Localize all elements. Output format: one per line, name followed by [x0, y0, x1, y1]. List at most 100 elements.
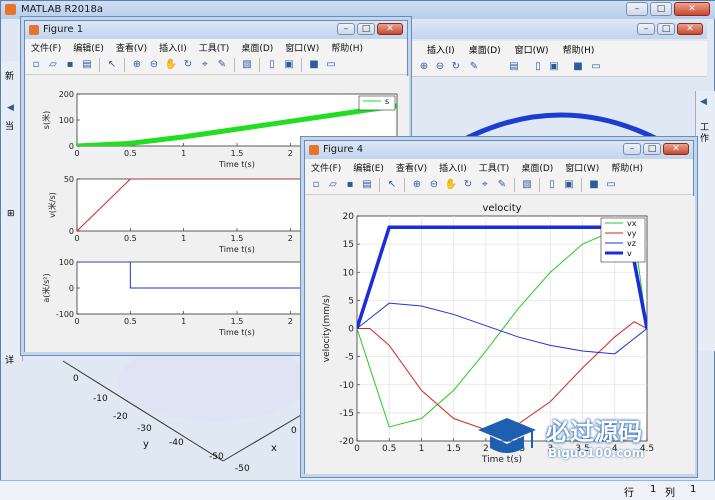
figure1-new-icon[interactable]: ▫: [29, 58, 43, 72]
maximize-button[interactable]: □: [650, 2, 672, 16]
y-tick-label: 0: [348, 325, 354, 335]
figure1-rotate-icon[interactable]: ↻: [181, 58, 195, 72]
chart-title: velocity: [482, 203, 521, 214]
figure1-menu-tools[interactable]: 工具(T): [199, 41, 230, 54]
figure4-menu-insert[interactable]: 插入(I): [439, 161, 467, 174]
figure1-pointer-icon[interactable]: ↖: [105, 58, 119, 72]
figure4-menu-edit[interactable]: 编辑(E): [353, 161, 384, 174]
figure1-title-bar[interactable]: Figure 1 – □ ✕: [25, 21, 407, 39]
figure4-pointer-icon[interactable]: ↖: [385, 178, 399, 192]
bg-zoom-out-icon[interactable]: ⊖: [433, 60, 447, 74]
back-arrow-icon[interactable]: ◀: [7, 103, 14, 113]
y-tick-label: 100: [59, 116, 74, 125]
expand-plus-icon[interactable]: ⊞: [7, 209, 15, 219]
bg-dock-icon[interactable]: ▭: [589, 60, 603, 74]
figure4-rotate-icon[interactable]: ↻: [461, 178, 475, 192]
figure4-zoom-out-icon[interactable]: ⊖: [427, 178, 441, 192]
legend-label-vy: vy: [627, 229, 637, 238]
bg-minimize-button[interactable]: –: [637, 23, 655, 35]
status-col-value: 1: [690, 484, 697, 495]
figure1-brush-icon[interactable]: ✎: [215, 58, 229, 72]
figure1-menu-insert[interactable]: 插入(I): [159, 41, 187, 54]
figure4-colorbar-icon[interactable]: ▯: [545, 178, 559, 192]
figure4-print-icon[interactable]: ▤: [360, 178, 374, 192]
3d-xlabel: x: [271, 443, 277, 454]
legend-box: [358, 95, 396, 111]
figure4-maximize-button[interactable]: □: [643, 143, 661, 155]
workspace-tab[interactable]: 工作: [700, 123, 712, 145]
bg-menu-desktop[interactable]: 桌面(D): [469, 43, 501, 56]
figure4-brush-icon[interactable]: ✎: [495, 178, 509, 192]
left-tab-current[interactable]: 当: [5, 119, 14, 132]
legend-box: [600, 217, 646, 263]
bg-figure-title-bar[interactable]: – □ ✕: [411, 21, 707, 39]
figure1-pan-icon[interactable]: ✋: [164, 58, 178, 72]
left-tab-new[interactable]: 新: [5, 69, 14, 82]
figure4-link-icon[interactable]: ▧: [520, 178, 534, 192]
figure1-zoom-in-icon[interactable]: ⊕: [130, 58, 144, 72]
y-tick-label: 50: [64, 175, 74, 184]
bg-menu-window[interactable]: 窗口(W): [515, 43, 549, 56]
figure4-menu-window[interactable]: 窗口(W): [565, 161, 599, 174]
bg-rotate-icon[interactable]: ↻: [449, 60, 463, 74]
right-expand-icon[interactable]: ◀: [700, 97, 707, 107]
figure4-zoom-in-icon[interactable]: ⊕: [410, 178, 424, 192]
bg-menu-help[interactable]: 帮助(H): [563, 43, 595, 56]
figure4-save-icon[interactable]: ▪: [343, 178, 357, 192]
figure1-minimize-button[interactable]: –: [337, 23, 355, 35]
figure4-menu-file[interactable]: 文件(F): [311, 161, 341, 174]
figure4-grid-icon[interactable]: ■: [587, 178, 601, 192]
bg-grid-icon[interactable]: ■: [571, 60, 585, 74]
figure1-colorbar-icon[interactable]: ▯: [265, 58, 279, 72]
figure1-open-icon[interactable]: ▱: [46, 58, 60, 72]
x-tick-label: 0.5: [124, 234, 137, 243]
figure1-zoom-out-icon[interactable]: ⊖: [147, 58, 161, 72]
figure1-save-icon[interactable]: ▪: [63, 58, 77, 72]
figure1-menu-desktop[interactable]: 桌面(D): [241, 41, 273, 54]
figure1-print-icon[interactable]: ▤: [80, 58, 94, 72]
bg-zoom-in-icon[interactable]: ⊕: [417, 60, 431, 74]
bg-brush-icon[interactable]: ✎: [467, 60, 481, 74]
figure1-legend-icon[interactable]: ▣: [282, 58, 296, 72]
y-axis-label: s(米): [41, 111, 51, 129]
figure1-menu-edit[interactable]: 编辑(E): [73, 41, 104, 54]
figure1-menu-window[interactable]: 窗口(W): [285, 41, 319, 54]
figure1-dock-icon[interactable]: ▭: [324, 58, 338, 72]
figure1-menu-file[interactable]: 文件(F): [31, 41, 61, 54]
figure4-menu-tools[interactable]: 工具(T): [479, 161, 510, 174]
minimize-button[interactable]: –: [626, 2, 648, 16]
figure4-close-button[interactable]: ✕: [663, 143, 689, 155]
figure4-pan-icon[interactable]: ✋: [444, 178, 458, 192]
x-axis-label: Time t(s): [218, 160, 255, 169]
y-tick-label: 15: [343, 240, 354, 250]
x-tick-label: 0.5: [124, 317, 137, 326]
figure4-new-icon[interactable]: ▫: [309, 178, 323, 192]
figure1-menu-view[interactable]: 查看(V): [116, 41, 147, 54]
figure4-legend-icon[interactable]: ▣: [562, 178, 576, 192]
figure4-dock-icon[interactable]: ▭: [604, 178, 618, 192]
figure4-menu-help[interactable]: 帮助(H): [611, 161, 643, 174]
figure4-minimize-button[interactable]: –: [623, 143, 641, 155]
figure1-maximize-button[interactable]: □: [357, 23, 375, 35]
bg-colorbar-icon[interactable]: ▯: [531, 60, 545, 74]
close-button[interactable]: ✕: [674, 2, 710, 16]
main-title-bar[interactable]: MATLAB R2018a – □ ✕: [1, 1, 715, 19]
figure4-menu-desktop[interactable]: 桌面(D): [521, 161, 553, 174]
figure1-link-icon[interactable]: ▧: [240, 58, 254, 72]
figure4-title-bar[interactable]: Figure 4 – □ ✕: [305, 141, 693, 159]
bg-close-button[interactable]: ✕: [677, 23, 703, 35]
figure1-datacursor-icon[interactable]: ⌖: [198, 58, 212, 72]
bg-legend-icon[interactable]: ▣: [547, 60, 561, 74]
figure4-datacursor-icon[interactable]: ⌖: [478, 178, 492, 192]
y-tick-label: 20: [343, 212, 355, 222]
left-tab-detail[interactable]: 详: [5, 353, 14, 366]
bg-maximize-button[interactable]: □: [657, 23, 675, 35]
figure1-close-button[interactable]: ✕: [377, 23, 403, 35]
3d-ytick-5: -50: [209, 452, 224, 462]
figure4-open-icon[interactable]: ▱: [326, 178, 340, 192]
figure1-grid-icon[interactable]: ■: [307, 58, 321, 72]
bg-menu-insert[interactable]: 插入(I): [427, 43, 455, 56]
figure1-menu-help[interactable]: 帮助(H): [331, 41, 363, 54]
bg-print-icon[interactable]: ▤: [507, 60, 521, 74]
figure4-menu-view[interactable]: 查看(V): [396, 161, 427, 174]
